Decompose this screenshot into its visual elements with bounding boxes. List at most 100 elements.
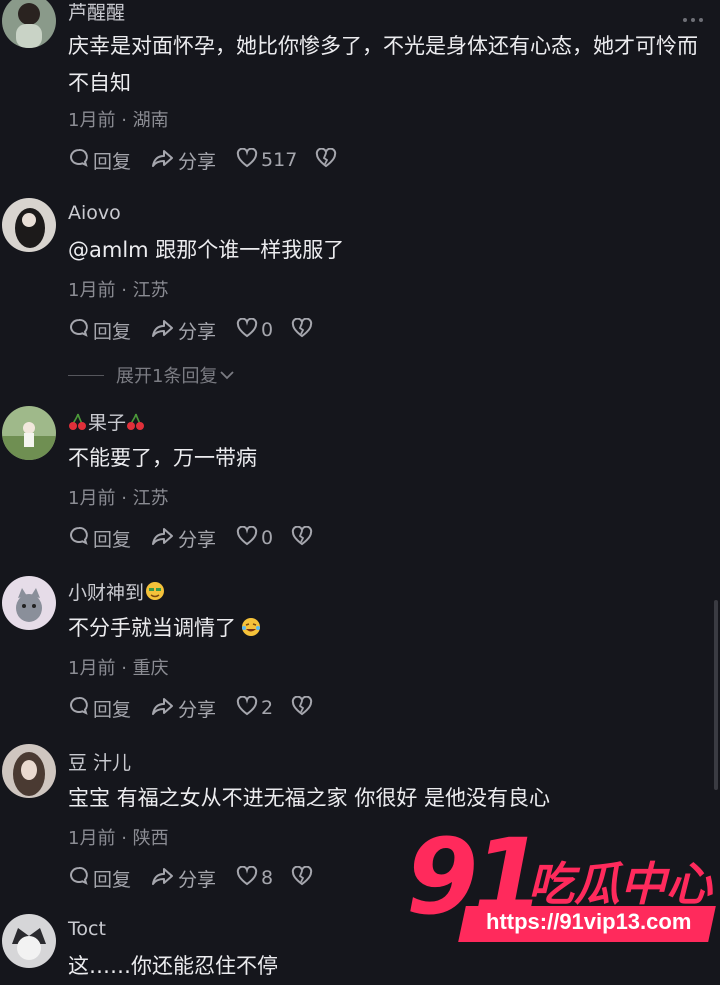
comment-time: 1月前 (68, 280, 116, 301)
comment-location: 陕西 (132, 828, 169, 849)
comment-text-content: 不分手就当调情了 (68, 616, 236, 640)
reply-label: 回复 (93, 698, 132, 721)
comment-meta: 1月前 · 陕西 (68, 824, 169, 850)
like-button[interactable]: 0 (236, 525, 274, 551)
avatar[interactable] (2, 198, 56, 252)
comment-text: 不能要了，万一带病 (68, 446, 257, 470)
username-text: 小财神到 (68, 582, 145, 604)
share-button[interactable]: 分享 (151, 525, 216, 552)
chevron-down-icon (219, 365, 235, 386)
comment-actions: 回复 分享 8 (68, 864, 336, 892)
avatar[interactable] (2, 744, 56, 798)
like-button[interactable]: 2 (236, 695, 274, 721)
watermark-url: https://91vip13.com (486, 909, 692, 934)
broken-heart-icon (315, 147, 340, 173)
separator: · (121, 828, 127, 849)
expand-replies-button[interactable]: 展开1条回复 (68, 362, 235, 388)
reply-button[interactable]: 回复 (68, 695, 131, 722)
share-arrow-icon (151, 525, 178, 552)
share-label: 分享 (178, 528, 217, 551)
more-options-icon[interactable] (682, 9, 704, 28)
comment-meta: 1月前 · 江苏 (68, 276, 169, 302)
share-label: 分享 (178, 150, 217, 173)
watermark-brand: 吃瓜中心 (528, 857, 712, 911)
username[interactable]: 豆 汁儿 (68, 748, 131, 775)
dislike-button[interactable] (291, 865, 316, 891)
like-count: 517 (261, 149, 298, 171)
like-count: 0 (261, 319, 274, 341)
comment-location: 湖南 (132, 110, 169, 131)
dislike-button[interactable] (315, 147, 340, 173)
comment-location: 江苏 (132, 488, 169, 509)
share-button[interactable]: 分享 (151, 147, 216, 174)
comment-text: @amlm 跟那个谁一样我服了 (68, 238, 345, 262)
username[interactable]: 果子 (68, 408, 146, 437)
heart-icon (236, 525, 261, 551)
comment-actions: 回复 分享 2 (68, 694, 336, 722)
like-button[interactable]: 517 (236, 147, 298, 173)
comment-bubble-icon (68, 147, 93, 174)
like-count: 0 (261, 527, 274, 549)
dislike-button[interactable] (291, 525, 316, 551)
reply-button[interactable]: 回复 (68, 317, 131, 344)
heart-icon (236, 147, 261, 173)
username-text: 果子 (88, 412, 127, 434)
avatar[interactable] (2, 406, 56, 460)
avatar[interactable] (2, 576, 56, 630)
username[interactable]: Aiovo (68, 202, 121, 224)
like-button[interactable]: 0 (236, 317, 274, 343)
comment-time: 1月前 (68, 110, 116, 131)
dislike-button[interactable] (291, 317, 316, 343)
reply-label: 回复 (93, 528, 132, 551)
like-count: 8 (261, 867, 274, 889)
comment-time: 1月前 (68, 658, 116, 679)
comment-meta: 1月前 · 重庆 (68, 654, 169, 680)
laughing-tears-emoji-icon (240, 613, 262, 650)
dislike-button[interactable] (291, 695, 316, 721)
separator: · (121, 488, 127, 509)
share-button[interactable]: 分享 (151, 695, 216, 722)
comment-meta: 1月前 · 湖南 (68, 106, 169, 132)
username[interactable]: Toct (68, 918, 106, 940)
like-count: 2 (261, 697, 274, 719)
share-label: 分享 (178, 698, 217, 721)
divider (68, 374, 104, 376)
money-face-emoji-icon (144, 580, 166, 607)
reply-label: 回复 (93, 320, 132, 343)
share-button[interactable]: 分享 (151, 317, 216, 344)
heart-icon (236, 865, 261, 891)
comment-bubble-icon (68, 865, 93, 892)
share-arrow-icon (151, 865, 178, 892)
share-label: 分享 (178, 868, 217, 891)
scrollbar[interactable] (714, 600, 718, 790)
comment-bubble-icon (68, 695, 93, 722)
comment-actions: 回复 分享 0 (68, 524, 336, 552)
comment-meta: 1月前 · 江苏 (68, 484, 169, 510)
broken-heart-icon (291, 865, 316, 891)
share-arrow-icon (151, 695, 178, 722)
separator: · (121, 110, 127, 131)
username[interactable]: 小财神到 (68, 578, 166, 607)
like-button[interactable]: 8 (236, 865, 274, 891)
share-button[interactable]: 分享 (151, 865, 216, 892)
avatar[interactable] (2, 0, 56, 48)
comment-time: 1月前 (68, 488, 116, 509)
comment-text: 庆幸是对面怀孕，她比你惨多了，不光是身体还有心态，她才可怜而不自知 (68, 34, 698, 95)
reply-button[interactable]: 回复 (68, 865, 131, 892)
comment-text: 宝宝 有福之女从不进无福之家 你很好 是他没有良心 (68, 786, 551, 810)
watermark-logo: 91 吃瓜中心 https://91vip13.com (400, 816, 720, 960)
expand-replies-label: 展开1条回复 (116, 366, 218, 387)
comment-text: 不分手就当调情了 (68, 610, 698, 650)
heart-icon (236, 317, 261, 343)
reply-button[interactable]: 回复 (68, 147, 131, 174)
username[interactable]: 芦醒醒 (68, 0, 125, 25)
cherry-icon (126, 412, 146, 437)
reply-button[interactable]: 回复 (68, 525, 131, 552)
comment-actions: 回复 分享 517 (68, 146, 360, 174)
reply-label: 回复 (93, 150, 132, 173)
comment-time: 1月前 (68, 828, 116, 849)
broken-heart-icon (291, 317, 316, 343)
separator: · (121, 658, 127, 679)
comment-location: 江苏 (132, 280, 169, 301)
reply-label: 回复 (93, 868, 132, 891)
